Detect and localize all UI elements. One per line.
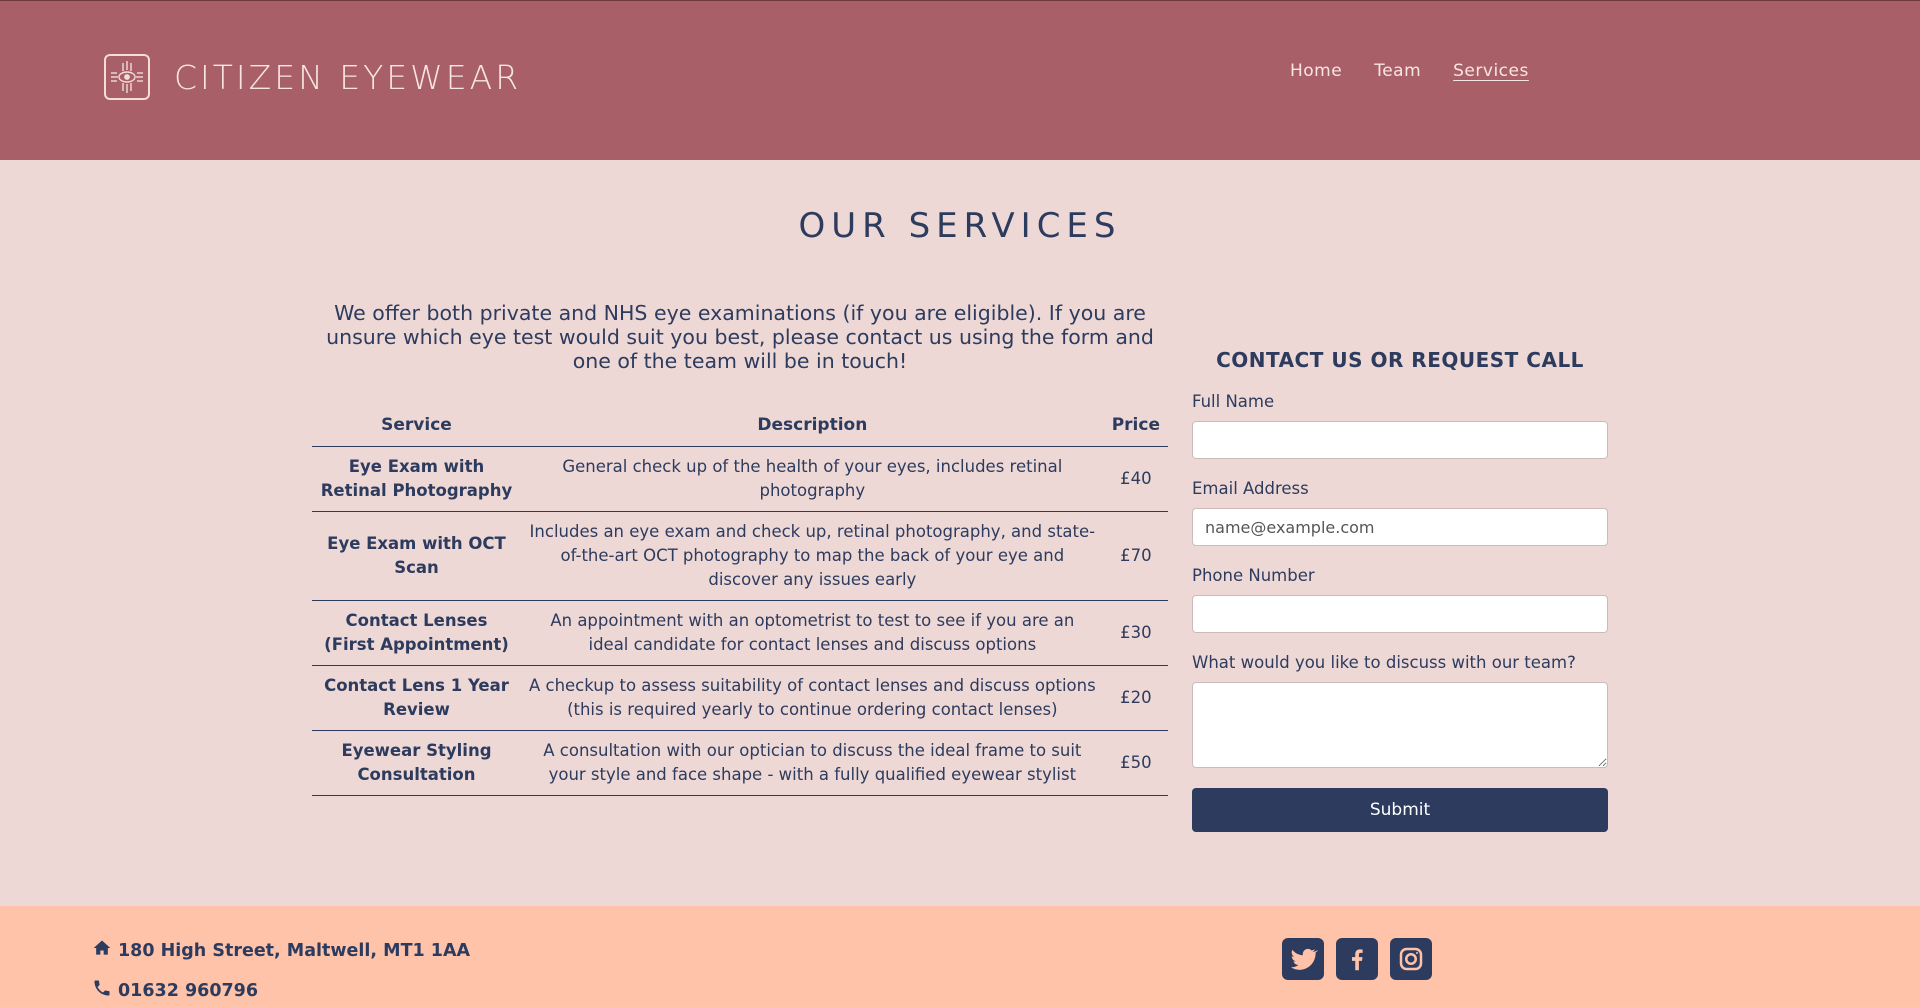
table-row: Contact Lens 1 Year Review A checkup to … bbox=[312, 665, 1168, 731]
service-name: Eye Exam with OCT Scan bbox=[312, 511, 521, 601]
main-nav: Home Team Services bbox=[1290, 61, 1529, 81]
full-name-field[interactable] bbox=[1192, 421, 1608, 459]
table-row: Eye Exam with Retinal Photography Genera… bbox=[312, 446, 1168, 512]
contact-form: CONTACT US OR REQUEST CALL Full Name Ema… bbox=[1192, 348, 1608, 832]
service-name: Eye Exam with Retinal Photography bbox=[312, 446, 521, 512]
footer-phone: 01632 960796 bbox=[92, 978, 258, 1003]
service-name: Contact Lens 1 Year Review bbox=[312, 665, 521, 731]
site-footer: 180 High Street, Maltwell, MT1 1AA 01632… bbox=[0, 906, 1920, 1007]
column-header-description: Description bbox=[520, 404, 1104, 447]
instagram-icon[interactable] bbox=[1390, 938, 1432, 980]
phone-label: Phone Number bbox=[1192, 566, 1315, 585]
full-name-label: Full Name bbox=[1192, 392, 1275, 411]
home-icon bbox=[92, 938, 112, 963]
submit-button[interactable]: Submit bbox=[1192, 788, 1608, 832]
service-description: An appointment with an optometrist to te… bbox=[520, 600, 1104, 666]
social-links bbox=[1282, 938, 1432, 980]
service-price: £40 bbox=[1103, 446, 1168, 512]
service-price: £50 bbox=[1103, 730, 1168, 796]
nav-services[interactable]: Services bbox=[1453, 61, 1529, 81]
table-header-row: Service Description Price bbox=[312, 404, 1168, 447]
contact-title: CONTACT US OR REQUEST CALL bbox=[1216, 348, 1584, 372]
nav-team[interactable]: Team bbox=[1374, 61, 1421, 81]
service-name: Contact Lenses (First Appointment) bbox=[312, 600, 521, 666]
phone-icon bbox=[92, 978, 112, 1003]
intro-text: We offer both private and NHS eye examin… bbox=[326, 301, 1154, 373]
column-header-price: Price bbox=[1103, 404, 1168, 447]
service-description: A checkup to assess suitability of conta… bbox=[520, 665, 1104, 731]
service-price: £30 bbox=[1103, 600, 1168, 666]
email-label: Email Address bbox=[1192, 479, 1309, 498]
email-field[interactable] bbox=[1192, 508, 1608, 546]
footer-address: 180 High Street, Maltwell, MT1 1AA bbox=[92, 938, 470, 963]
phone-text: 01632 960796 bbox=[118, 980, 259, 1001]
service-description: A consultation with our optician to disc… bbox=[520, 730, 1104, 796]
service-description: General check up of the health of your e… bbox=[520, 446, 1104, 512]
message-textarea[interactable] bbox=[1192, 682, 1608, 768]
table-row: Eyewear Styling Consultation A consultat… bbox=[312, 730, 1168, 796]
brand-name: CITIZEN EYEWEAR bbox=[174, 57, 522, 97]
facebook-icon[interactable] bbox=[1336, 938, 1378, 980]
table-row: Contact Lenses (First Appointment) An ap… bbox=[312, 600, 1168, 666]
column-header-service: Service bbox=[312, 404, 521, 447]
service-description: Includes an eye exam and check up, retin… bbox=[520, 511, 1104, 601]
nav-home[interactable]: Home bbox=[1290, 61, 1342, 81]
phone-field[interactable] bbox=[1192, 595, 1608, 633]
table-row: Eye Exam with OCT Scan Includes an eye e… bbox=[312, 511, 1168, 601]
address-text: 180 High Street, Maltwell, MT1 1AA bbox=[118, 940, 471, 961]
service-name: Eyewear Styling Consultation bbox=[312, 730, 521, 796]
site-header: CITIZEN EYEWEAR Home Team Services bbox=[0, 0, 1920, 160]
message-label: What would you like to discuss with our … bbox=[1192, 653, 1576, 672]
twitter-icon[interactable] bbox=[1282, 938, 1324, 980]
service-price: £70 bbox=[1103, 511, 1168, 601]
brand[interactable]: CITIZEN EYEWEAR bbox=[104, 54, 521, 100]
eye-logo-icon bbox=[104, 54, 150, 100]
services-table: Service Description Price Eye Exam with … bbox=[312, 404, 1168, 796]
service-price: £20 bbox=[1103, 665, 1168, 731]
page-title: OUR SERVICES bbox=[798, 206, 1122, 246]
